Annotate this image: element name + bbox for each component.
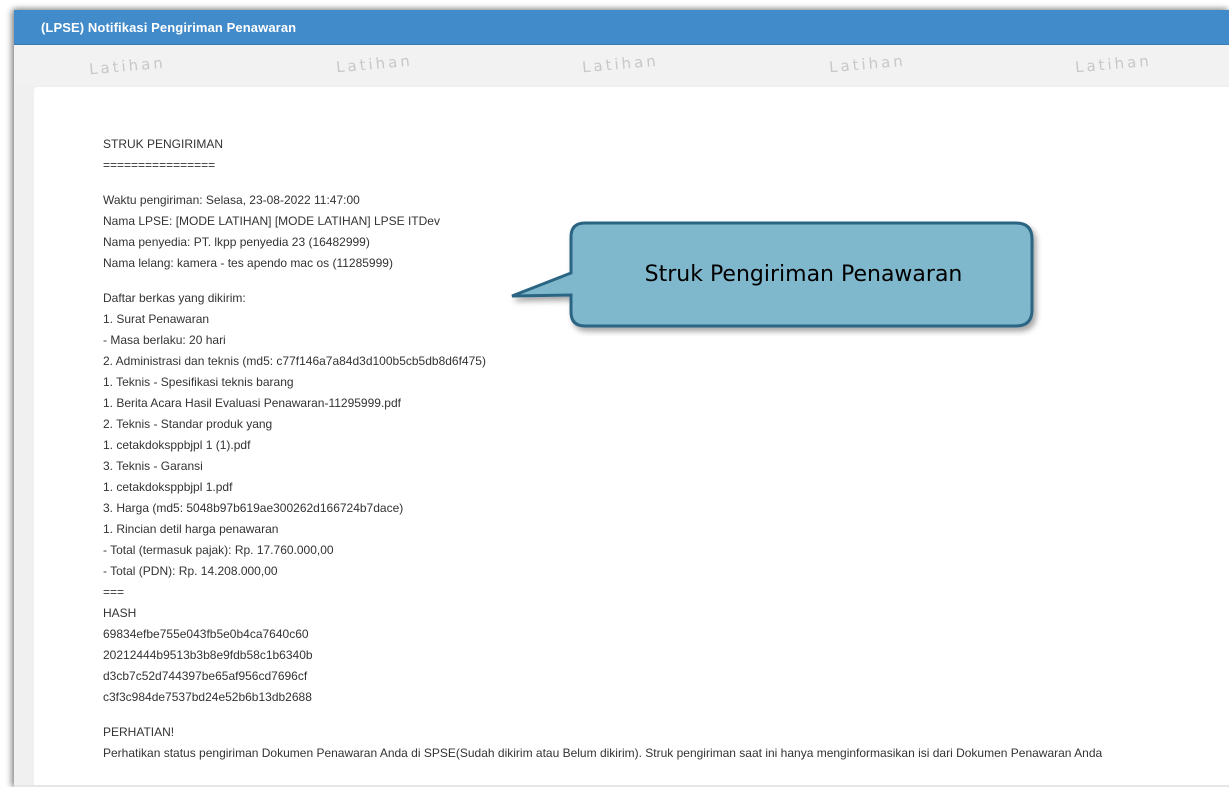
receipt-file-line: 3. Harga (md5: 5048b97b619ae300262d16672… <box>103 501 404 515</box>
hash-value: c3f3c984de7537bd24e52b6b13db2688 <box>103 690 312 704</box>
watermark-strip: Latihan Latihan Latihan Latihan Latihan <box>14 45 1229 85</box>
receipt-file-line: - Total (PDN): Rp. 14.208.000,00 <box>103 564 278 578</box>
notice-text: Perhatikan status pengiriman Dokumen Pen… <box>103 746 1103 760</box>
watermark-text: Latihan <box>581 51 660 77</box>
hash-value: 20212444b9513b3b8e9fdb58c1b6340b <box>103 648 313 662</box>
hash-value: 69834efbe755e043fb5e0b4ca7640c60 <box>103 627 309 641</box>
receipt-file-line: 1. Teknis - Spesifikasi teknis barang <box>103 375 294 389</box>
watermark-text: Latihan <box>88 53 167 79</box>
receipt-file-line: 1. cetakdoksppbjpl 1 (1).pdf <box>103 438 251 452</box>
receipt-file-line: 3. Teknis - Garansi <box>103 459 203 473</box>
receipt-heading: STRUK PENGIRIMAN <box>103 137 224 151</box>
hash-label: HASH <box>103 606 137 620</box>
callout-bubble-shape <box>511 221 1034 328</box>
receipt-file-line: 2. Administrasi dan teknis (md5: c77f146… <box>103 354 486 368</box>
receipt-file-line: 1. Berita Acara Hasil Evaluasi Penawaran… <box>103 396 401 410</box>
window-title: (LPSE) Notifikasi Pengiriman Penawaran <box>41 20 297 35</box>
notice-title: PERHATIAN! <box>103 725 175 739</box>
title-bar: (LPSE) Notifikasi Pengiriman Penawaran <box>14 10 1229 45</box>
watermark-text: Latihan <box>1074 51 1153 77</box>
watermark-text: Latihan <box>828 51 907 77</box>
receipt-file-line: 2. Teknis - Standar produk yang <box>103 417 273 431</box>
receipt-file-line: - Total (termasuk pajak): Rp. 17.760.000… <box>103 543 334 557</box>
receipt-file-line: 1. Rincian detil harga penawaran <box>103 522 279 536</box>
receipt-heading-rule: ================ <box>103 158 216 172</box>
callout-bubble <box>511 221 1034 328</box>
receipt-file-line: === <box>103 585 125 599</box>
receipt-file-line: 1. cetakdoksppbjpl 1.pdf <box>103 480 233 494</box>
hash-value: d3cb7c52d744397be65af956cd7696cf <box>103 669 308 683</box>
callout-annotation: Struk Pengiriman Penawaran <box>510 221 1050 341</box>
watermark-text: Latihan <box>335 51 414 77</box>
receipt-info-line: Waktu pengiriman: Selasa, 23-08-2022 11:… <box>103 193 360 207</box>
